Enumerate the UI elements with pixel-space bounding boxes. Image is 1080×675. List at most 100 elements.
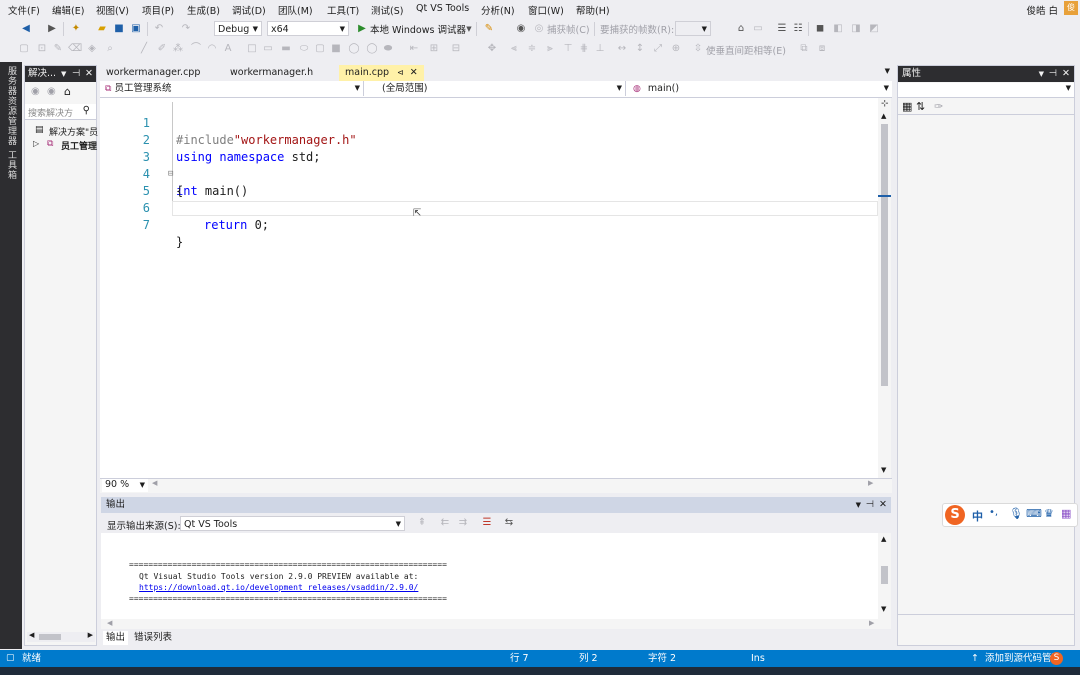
brush-icon[interactable]: ✐ bbox=[156, 43, 168, 55]
window-icon[interactable]: ▭ bbox=[752, 23, 764, 35]
diagnostics-icon[interactable]: ✎ bbox=[483, 23, 495, 35]
vertical-spacing-icon[interactable]: ⇳ bbox=[692, 43, 704, 55]
solution-search-field[interactable]: 搜索解决方 ⚲ bbox=[25, 104, 96, 120]
rounded-rect-icon[interactable]: ▬ bbox=[280, 43, 292, 55]
layout-icon[interactable]: ⌂ bbox=[735, 23, 747, 35]
menu-edit[interactable]: 编辑(E) bbox=[52, 3, 84, 17]
uncomment-icon[interactable]: ☷ bbox=[792, 23, 804, 35]
ellipse-icon[interactable]: ◯ bbox=[348, 43, 360, 55]
code-editor[interactable]: 1 #include"workermanager.h" 2 using name… bbox=[100, 98, 878, 478]
bring-front-icon[interactable]: ⧉ bbox=[798, 43, 810, 55]
server-explorer-tab[interactable]: 服务器资源管理器 工具箱 bbox=[5, 66, 18, 180]
user-name[interactable]: 俊皓 白 bbox=[1026, 3, 1058, 17]
clear-all-icon[interactable]: ☰ bbox=[481, 517, 493, 529]
project-dropdown[interactable]: ⧉ 员工管理系统 ▼ bbox=[102, 81, 364, 96]
menu-team[interactable]: 团队(M) bbox=[278, 3, 313, 17]
chevron-down-icon[interactable]: ▼ bbox=[1039, 66, 1044, 82]
prev-message-icon[interactable]: ⇇ bbox=[439, 517, 451, 529]
menu-help[interactable]: 帮助(H) bbox=[576, 3, 610, 17]
ime-punct[interactable]: •, bbox=[989, 507, 998, 518]
square-icon[interactable]: ▢ bbox=[314, 43, 326, 55]
curve-icon[interactable]: ⌒ bbox=[190, 43, 202, 55]
avatar[interactable]: 俊 bbox=[1064, 1, 1078, 15]
grid-icon[interactable]: ⊞ bbox=[428, 43, 440, 55]
capture-frame-button[interactable]: 捕获帧(C) bbox=[547, 22, 590, 36]
forward-icon[interactable]: ◉ bbox=[47, 86, 56, 97]
size-to-grid-icon[interactable]: ⊕ bbox=[670, 43, 682, 55]
scroll-left-icon[interactable]: ◀ bbox=[107, 619, 112, 627]
align-rights-icon[interactable]: ⫸ bbox=[544, 43, 556, 55]
spray-icon[interactable]: ⁂ bbox=[172, 43, 184, 55]
rect-fill-icon[interactable]: ▭ bbox=[262, 43, 274, 55]
output-text[interactable]: ========================================… bbox=[101, 533, 878, 619]
menu-project[interactable]: 项目(P) bbox=[142, 3, 174, 17]
same-size-icon[interactable]: ⤢ bbox=[652, 43, 664, 55]
keyboard-icon[interactable]: ⌨ bbox=[1026, 507, 1042, 520]
pin-icon[interactable]: ⊣ bbox=[72, 66, 80, 82]
run-debugger-button[interactable]: 本地 Windows 调试器 bbox=[370, 22, 466, 36]
close-icon[interactable]: ✕ bbox=[410, 67, 418, 78]
scroll-right-icon[interactable]: ▶ bbox=[868, 479, 873, 487]
comment-icon[interactable]: ☰ bbox=[776, 23, 788, 35]
member-dropdown[interactable]: ◍ main() ▼ bbox=[630, 81, 892, 96]
square-fill-icon[interactable]: ■ bbox=[330, 43, 342, 55]
bookmark-prev-icon[interactable]: ◧ bbox=[832, 23, 844, 35]
scroll-up-icon[interactable]: ▲ bbox=[881, 535, 886, 543]
redo-icon[interactable]: ↷ bbox=[180, 23, 192, 35]
align-left-icon[interactable]: ⇤ bbox=[408, 43, 420, 55]
menu-view[interactable]: 视图(V) bbox=[96, 3, 129, 17]
close-icon[interactable]: ✕ bbox=[879, 497, 887, 513]
microphone-icon[interactable]: 🎙 bbox=[1009, 507, 1023, 520]
align-middles-icon[interactable]: ⋕ bbox=[578, 43, 590, 55]
output-vscroll[interactable]: ▲ ▼ bbox=[878, 533, 891, 619]
scroll-left-icon[interactable]: ◀ bbox=[29, 631, 34, 639]
tab-workermanager-h[interactable]: workermanager.h bbox=[224, 65, 319, 81]
bookmark-icon[interactable]: ◼ bbox=[814, 23, 826, 35]
send-back-icon[interactable]: ⧈ bbox=[816, 43, 828, 55]
scroll-thumb[interactable] bbox=[39, 634, 61, 640]
forward-icon[interactable]: ▶ bbox=[46, 23, 58, 35]
scroll-down-icon[interactable]: ▼ bbox=[881, 466, 886, 474]
zoom-select[interactable]: 90 % ▼ bbox=[102, 479, 148, 492]
align-bottoms-icon[interactable]: ⊥ bbox=[594, 43, 606, 55]
next-message-icon[interactable]: ⇉ bbox=[457, 517, 469, 529]
menu-file[interactable]: 文件(F) bbox=[8, 3, 40, 17]
close-icon[interactable]: ✕ bbox=[1062, 66, 1070, 82]
find-icon[interactable]: ⇞ bbox=[416, 517, 428, 529]
split-icon[interactable]: ⊹ bbox=[881, 99, 889, 109]
snap-icon[interactable]: ⊟ bbox=[450, 43, 462, 55]
eraser-icon[interactable]: ⌫ bbox=[68, 43, 82, 55]
bookmark-next-icon[interactable]: ◨ bbox=[850, 23, 862, 35]
scroll-thumb[interactable] bbox=[881, 566, 888, 584]
config-select[interactable]: Debug ▼ bbox=[214, 21, 262, 36]
new-project-icon[interactable]: ✦ bbox=[70, 23, 82, 35]
pin-icon[interactable]: ⊣ bbox=[866, 497, 874, 513]
scroll-left-icon[interactable]: ◀ bbox=[152, 479, 157, 487]
property-pages-icon[interactable]: ✑ bbox=[934, 100, 943, 113]
open-file-icon[interactable]: ▰ bbox=[96, 23, 108, 35]
chevron-down-icon[interactable]: ▼ bbox=[61, 66, 66, 82]
sogou-logo-icon[interactable]: S bbox=[945, 505, 965, 525]
tab-error-list[interactable]: 错误列表 bbox=[131, 631, 175, 645]
expand-icon[interactable]: ▷ bbox=[33, 139, 39, 148]
back-icon[interactable]: ◀ bbox=[20, 23, 32, 35]
line-icon[interactable]: ╱ bbox=[138, 43, 150, 55]
make-vertical-spacing-equal[interactable]: 使垂直间距相等(E) bbox=[706, 43, 786, 57]
back-icon[interactable]: ◉ bbox=[31, 86, 40, 97]
scroll-right-icon[interactable]: ▶ bbox=[869, 619, 874, 627]
menu-analyze[interactable]: 分析(N) bbox=[481, 3, 515, 17]
scroll-thumb[interactable] bbox=[881, 124, 888, 386]
align-lefts-icon[interactable]: ⫷ bbox=[508, 43, 520, 55]
chevron-down-icon[interactable]: ▼ bbox=[885, 67, 890, 75]
menu-test[interactable]: 测试(S) bbox=[371, 3, 403, 17]
menu-window[interactable]: 窗口(W) bbox=[528, 3, 564, 17]
select-icon[interactable]: ▢ bbox=[18, 43, 30, 55]
align-centers-icon[interactable]: ≑ bbox=[526, 43, 538, 55]
arc-icon[interactable]: ◠ bbox=[206, 43, 218, 55]
undo-icon[interactable]: ↶ bbox=[153, 23, 165, 35]
fill-icon[interactable]: ◈ bbox=[86, 43, 98, 55]
properties-object-select[interactable]: ▼ bbox=[898, 83, 1074, 98]
chevron-down-icon[interactable]: ▼ bbox=[856, 497, 861, 513]
sogou-tray-icon[interactable]: S bbox=[1050, 652, 1063, 665]
download-link[interactable]: https://download.qt.io/development_relea… bbox=[139, 583, 418, 592]
